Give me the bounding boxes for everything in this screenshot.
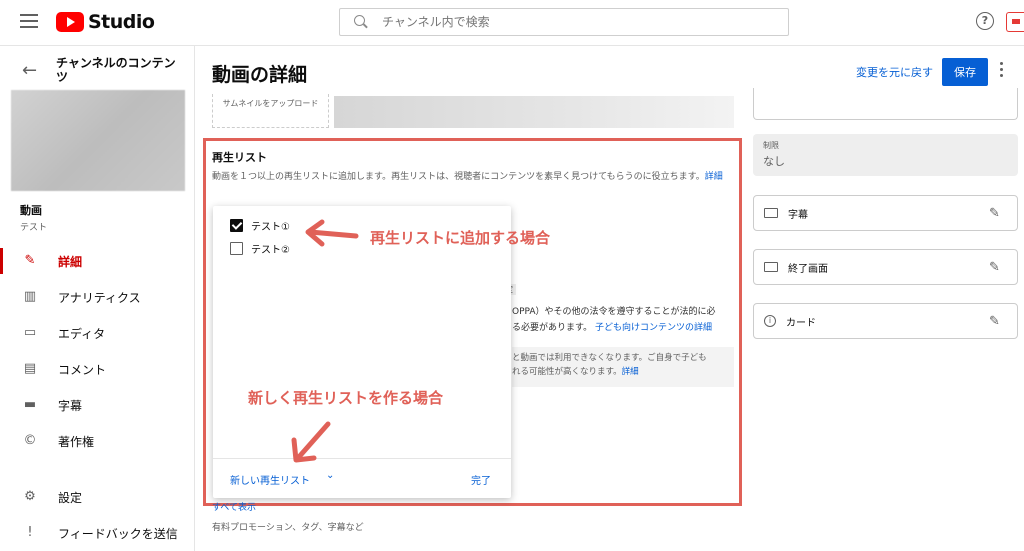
- checkbox-checked-icon[interactable]: [230, 219, 243, 232]
- sidebar-item-feedback[interactable]: ! フィードバックを送信: [0, 516, 194, 550]
- divider: [213, 458, 511, 459]
- playlist-option-label: テスト①: [251, 222, 290, 233]
- arrow-left-icon: [305, 219, 359, 247]
- restrictions-label: 制限: [763, 141, 779, 150]
- video-title: テスト: [20, 223, 48, 233]
- thumbnail-strip: [334, 96, 734, 128]
- sidebar-item-editor[interactable]: ▭ エディタ: [0, 316, 194, 350]
- sidebar-item-subtitles[interactable]: ▬ 字幕: [0, 388, 194, 422]
- restrictions-box: 制限 なし: [753, 134, 1018, 176]
- playlist-option-label: テスト②: [251, 245, 290, 256]
- audience-note-link[interactable]: 詳細: [622, 367, 639, 377]
- sidebar-item-label: コメント: [58, 362, 107, 377]
- end-screen-label: 終了画面: [788, 263, 828, 275]
- checkbox-unchecked-icon[interactable]: [230, 242, 243, 255]
- youtube-logo-icon: [56, 12, 84, 32]
- audience-text: OPPA）やその他の法令を遵守することが法的に必: [512, 307, 716, 317]
- undo-changes-link[interactable]: 変更を元に戻す: [856, 64, 933, 80]
- video-label: 動画: [20, 204, 42, 217]
- sidebar-item-label: エディタ: [58, 326, 106, 341]
- video-thumbnail[interactable]: [11, 90, 185, 191]
- sidebar-item-label: 著作権: [58, 434, 95, 449]
- done-button[interactable]: 完了: [471, 472, 491, 487]
- playlist-option-2[interactable]: テスト②: [230, 241, 290, 256]
- restrictions-value: なし: [763, 155, 785, 168]
- kids-content-link[interactable]: 子ども向けコンテンツの詳細: [595, 323, 712, 333]
- new-playlist-button[interactable]: 新しい再生リスト: [230, 472, 310, 487]
- playlist-option-1[interactable]: テスト①: [230, 218, 290, 233]
- search-bar[interactable]: [339, 8, 789, 36]
- sidebar-item-comments[interactable]: ▤ コメント: [0, 352, 194, 386]
- playlist-heading: 再生リスト: [212, 151, 267, 164]
- audience-text-2-body: る必要があります。: [512, 323, 593, 333]
- audience-note-line1: と動画では利用できなくなります。ご自身で子ども: [512, 353, 707, 363]
- sidebar-item-details[interactable]: ✎ 詳細: [0, 244, 194, 278]
- sidebar-item-analytics[interactable]: ▥ アナリティクス: [0, 280, 194, 314]
- search-icon: [354, 15, 368, 29]
- comment-icon: ▤: [23, 361, 37, 376]
- annotation-create-playlist: 新しく再生リストを作る場合: [248, 389, 444, 407]
- sidebar-item-label: 詳細: [58, 254, 83, 269]
- sidebar: ← チャンネルのコンテンツ 動画 テスト ✎ 詳細 ▥ アナリティクス ▭ エデ…: [0, 46, 195, 551]
- thumbnail-upload-button[interactable]: サムネイルをアップロード: [212, 94, 329, 128]
- audience-text-2: る必要があります。 子ども向けコンテンツの詳細: [512, 320, 712, 333]
- playlist-dropdown: テスト① テスト② 新しい再生リスト ⌄ 完了: [213, 206, 511, 498]
- playlist-description: 動画を１つ以上の再生リストに追加します。再生リストは、視聴者にコンテンツを素早く…: [212, 170, 737, 184]
- cards-card[interactable]: i カード ✎: [753, 303, 1018, 339]
- info-icon: i: [764, 315, 776, 327]
- subtitles-icon: [764, 208, 778, 218]
- editor-icon: ▭: [23, 325, 37, 340]
- pencil-icon[interactable]: ✎: [989, 206, 1003, 221]
- sidebar-item-label: アナリティクス: [58, 290, 141, 305]
- feedback-icon: !: [27, 525, 33, 540]
- pencil-icon[interactable]: ✎: [989, 260, 1003, 275]
- save-button[interactable]: 保存: [942, 58, 988, 86]
- arrow-down-left-icon: [291, 421, 331, 463]
- end-screen-icon: [764, 262, 778, 272]
- help-icon[interactable]: ?: [976, 12, 994, 30]
- end-screen-card[interactable]: 終了画面 ✎: [753, 249, 1018, 285]
- back-arrow-icon[interactable]: ←: [22, 60, 37, 81]
- top-bar: Studio ?: [0, 0, 1024, 46]
- chevron-down-icon[interactable]: ⌄: [326, 470, 334, 481]
- pencil-icon[interactable]: ✎: [989, 314, 1003, 329]
- subtitles-label: 字幕: [788, 209, 808, 221]
- sidebar-item-settings[interactable]: ⚙ 設定: [0, 480, 194, 514]
- copyright-icon: ©: [23, 433, 37, 448]
- sidebar-item-label: フィードバックを送信: [58, 526, 178, 541]
- page-title: 動画の詳細: [212, 64, 308, 86]
- menu-icon[interactable]: [20, 14, 38, 28]
- gear-icon: ⚙: [24, 489, 36, 504]
- subtitles-card[interactable]: 字幕 ✎: [753, 195, 1018, 231]
- show-all-link[interactable]: すべて表示: [212, 500, 256, 513]
- more-options-icon[interactable]: [1000, 62, 1004, 80]
- search-input[interactable]: [382, 15, 762, 29]
- subtitles-icon: ▬: [23, 397, 37, 412]
- analytics-icon: ▥: [23, 289, 37, 304]
- studio-logo[interactable]: Studio: [56, 10, 155, 34]
- sidebar-item-label: 字幕: [58, 398, 83, 413]
- show-all-subtext: 有料プロモーション、タグ、字幕など: [212, 523, 364, 533]
- playlist-description-text: 動画を１つ以上の再生リストに追加します。再生リストは、視聴者にコンテンツを素早く…: [212, 172, 705, 182]
- sidebar-item-copyright[interactable]: © 著作権: [0, 424, 194, 458]
- audience-note-line2: れる可能性が高くなります。: [512, 367, 622, 377]
- cards-label: カード: [786, 317, 816, 329]
- channel-content-title[interactable]: チャンネルのコンテンツ: [56, 56, 176, 84]
- pencil-icon: ✎: [24, 253, 36, 268]
- logo-text: Studio: [88, 11, 155, 33]
- sidebar-item-label: 設定: [58, 490, 83, 505]
- audience-note: と動画では利用できなくなります。ご自身で子ども れる可能性が高くなります。詳細: [512, 347, 734, 387]
- visibility-box[interactable]: [753, 88, 1018, 120]
- playlist-learn-more-link[interactable]: 詳細: [705, 172, 723, 182]
- account-icon[interactable]: [1006, 12, 1024, 32]
- annotation-add-to-playlist: 再生リストに追加する場合: [370, 229, 551, 247]
